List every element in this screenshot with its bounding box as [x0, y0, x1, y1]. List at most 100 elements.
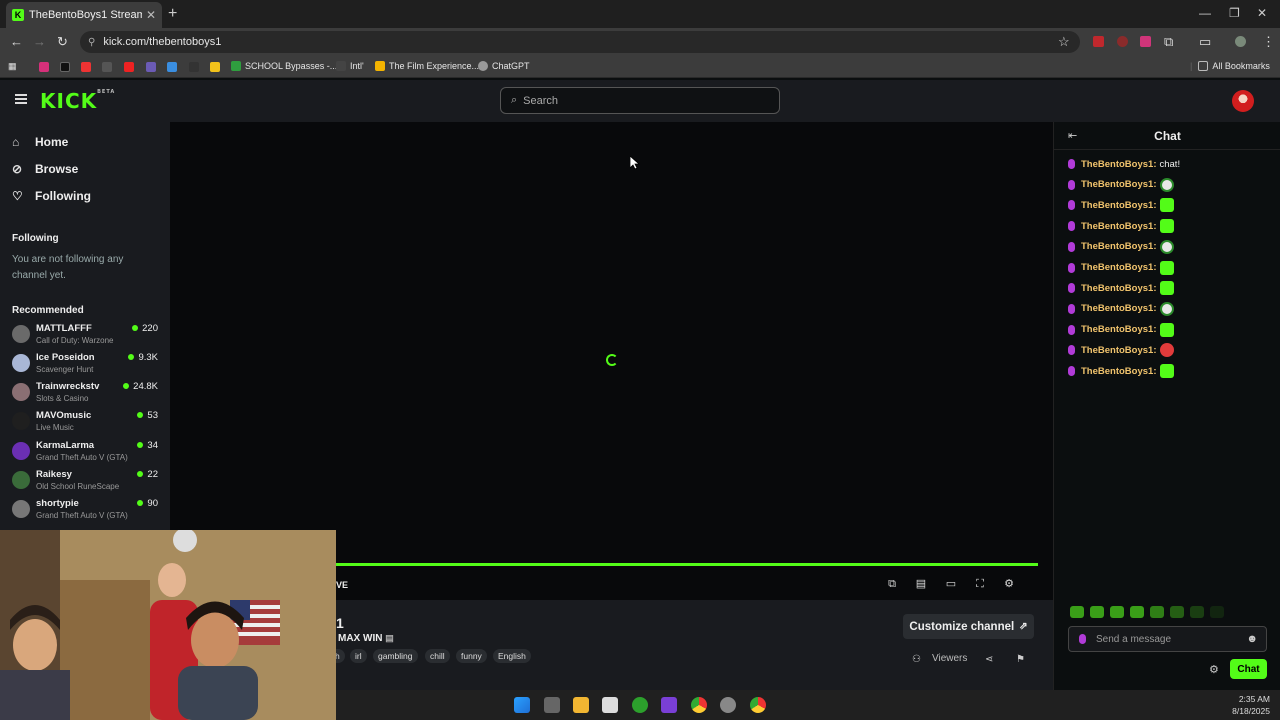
chat-message-input[interactable]: Send a message ☻ — [1068, 626, 1267, 652]
channel-name[interactable]: 1 — [336, 615, 344, 631]
emote-icon[interactable] — [1160, 198, 1175, 213]
extension-icon[interactable] — [1140, 36, 1151, 47]
emote-icon[interactable] — [1070, 606, 1084, 618]
customize-channel-button[interactable]: Customize channel ⇗ — [903, 614, 1034, 639]
chat-username[interactable]: TheBentoBoys1: — [1081, 179, 1156, 190]
settings-gear-icon[interactable]: ⚙ — [1002, 577, 1016, 591]
emote-icon[interactable] — [1090, 606, 1104, 618]
new-tab-button[interactable]: + — [168, 5, 177, 23]
system-clock[interactable]: 2:35 AM 8/18/2025 — [1232, 693, 1270, 717]
emoji-picker-icon[interactable]: ☻ — [1246, 633, 1258, 645]
recommended-channel[interactable]: Raikesy Old School RuneScape 22 — [12, 469, 162, 497]
tag-chip[interactable]: gambling — [373, 649, 418, 663]
instagram-bookmark-icon[interactable] — [39, 62, 49, 72]
menu-kebab-icon[interactable]: ⋮ — [1262, 34, 1275, 50]
emote-icon[interactable] — [1110, 606, 1124, 618]
tiktok-bookmark-icon[interactable] — [60, 62, 70, 72]
emote-icon[interactable] — [1160, 301, 1175, 316]
emote-quick-tray[interactable] — [1070, 606, 1224, 620]
tag-chip[interactable]: irl — [350, 649, 367, 663]
emote-icon[interactable] — [1160, 260, 1175, 275]
bookmark-film-experience[interactable]: The Film Experience... — [375, 61, 479, 71]
miniplayer-icon[interactable]: ⧉ — [885, 577, 899, 591]
reload-icon[interactable]: ↻ — [57, 34, 68, 50]
all-bookmarks[interactable]: | All Bookmarks — [1190, 61, 1270, 71]
windows-start-icon[interactable] — [514, 697, 530, 713]
chat-username[interactable]: TheBentoBoys1: — [1081, 200, 1156, 211]
chat-username[interactable]: TheBentoBoys1: — [1081, 303, 1156, 314]
tag-chip[interactable]: chill — [425, 649, 450, 663]
forward-icon[interactable]: → — [33, 34, 46, 49]
search-input[interactable]: ⌕ Search — [500, 87, 780, 114]
emote-icon[interactable] — [1130, 606, 1144, 618]
emote-icon[interactable] — [1160, 343, 1175, 358]
emote-icon[interactable] — [1190, 606, 1204, 618]
youtube-bookmark-icon[interactable] — [124, 62, 134, 72]
bookmark-chatgpt[interactable]: ChatGPT — [478, 61, 530, 71]
chrome-icon[interactable] — [691, 697, 707, 713]
apps-grid-icon[interactable]: ▦ — [8, 61, 17, 72]
send-chat-button[interactable]: Chat — [1230, 659, 1267, 679]
emote-icon[interactable] — [1160, 281, 1175, 296]
recommended-channel[interactable]: MATTLAFFF Call of Duty: Warzone 220 — [12, 323, 162, 351]
fullscreen-icon[interactable]: ⛶ — [973, 577, 987, 591]
bookmark-school-bypasses[interactable]: SCHOOL Bypasses -... — [231, 61, 337, 71]
chat-username[interactable]: TheBentoBoys1: — [1081, 324, 1156, 335]
extension-icon[interactable] — [1093, 36, 1104, 47]
chat-username[interactable]: TheBentoBoys1: — [1081, 345, 1156, 356]
chat-username[interactable]: TheBentoBoys1: — [1081, 221, 1156, 232]
site-info-icon[interactable]: ⚲ — [88, 37, 95, 48]
xbox-icon[interactable] — [632, 697, 648, 713]
chat-username[interactable]: TheBentoBoys1: — [1081, 159, 1156, 170]
clip-icon[interactable]: ▤ — [914, 577, 928, 591]
store-icon[interactable] — [602, 697, 618, 713]
chat-username[interactable]: TheBentoBoys1: — [1081, 262, 1156, 273]
app-icon[interactable] — [720, 697, 736, 713]
live-progress-bar[interactable] — [336, 563, 1038, 566]
tag-chip[interactable]: English — [493, 649, 531, 663]
bookmark-star-icon[interactable]: ☆ — [1058, 34, 1070, 50]
emote-icon[interactable] — [1160, 239, 1175, 254]
kick-logo[interactable]: KICKBETA — [40, 89, 115, 113]
chat-username[interactable]: TheBentoBoys1: — [1081, 241, 1156, 252]
recommended-channel[interactable]: KarmaLarma Grand Theft Auto V (GTA) 34 — [12, 440, 162, 468]
report-icon[interactable]: ⚑ — [1016, 654, 1025, 665]
emote-icon[interactable] — [1160, 364, 1175, 378]
extension-icon[interactable] — [1117, 36, 1128, 47]
bookmark-icon[interactable] — [102, 62, 112, 72]
emote-icon[interactable] — [1160, 177, 1175, 192]
user-avatar[interactable] — [1232, 90, 1254, 112]
tag-chip[interactable]: funny — [456, 649, 487, 663]
emote-icon[interactable] — [1170, 606, 1184, 618]
profile-icon[interactable] — [1235, 36, 1246, 47]
emote-icon[interactable] — [1210, 606, 1224, 618]
bookmark-icon[interactable] — [146, 62, 156, 72]
emote-icon[interactable] — [1150, 606, 1164, 618]
emote-icon[interactable] — [1160, 322, 1175, 337]
chrome-icon[interactable] — [750, 697, 766, 713]
theater-mode-icon[interactable]: ▭ — [944, 577, 958, 591]
video-player[interactable]: VE ⧉ ▤ ▭ ⛶ ⚙ — [170, 122, 1053, 600]
viewers-label[interactable]: Viewers — [932, 653, 967, 664]
recommended-channel[interactable]: shortypie Grand Theft Auto V (GTA) 90 — [12, 498, 162, 526]
close-window-icon[interactable]: ✕ — [1257, 6, 1267, 20]
youtube-bookmark-icon[interactable] — [81, 62, 91, 72]
restore-icon[interactable]: ❐ — [1229, 6, 1240, 20]
nav-home[interactable]: ⌂ Home — [12, 135, 68, 149]
nav-following[interactable]: ♡ Following — [12, 189, 91, 203]
file-explorer-icon[interactable] — [573, 697, 589, 713]
extensions-puzzle-icon[interactable]: ⧉ — [1164, 34, 1173, 50]
recommended-channel[interactable]: Ice Poseidon Scavenger Hunt 9.3K — [12, 352, 162, 380]
chat-settings-icon[interactable]: ⚙ — [1209, 663, 1219, 676]
bookmark-icon[interactable] — [189, 62, 199, 72]
hamburger-menu-icon[interactable] — [15, 94, 27, 104]
bookmark-intl[interactable]: Intl' — [336, 61, 364, 71]
chat-username[interactable]: TheBentoBoys1: — [1081, 366, 1156, 377]
recommended-channel[interactable]: MAVOmusic Live Music 53 — [12, 410, 162, 438]
task-view-icon[interactable] — [544, 697, 560, 713]
app-icon[interactable] — [661, 697, 677, 713]
close-tab-icon[interactable]: ✕ — [146, 8, 156, 22]
bookmark-icon[interactable] — [167, 62, 177, 72]
nav-browse[interactable]: ⊘ Browse — [12, 162, 78, 176]
bookmark-icon[interactable] — [210, 62, 220, 72]
